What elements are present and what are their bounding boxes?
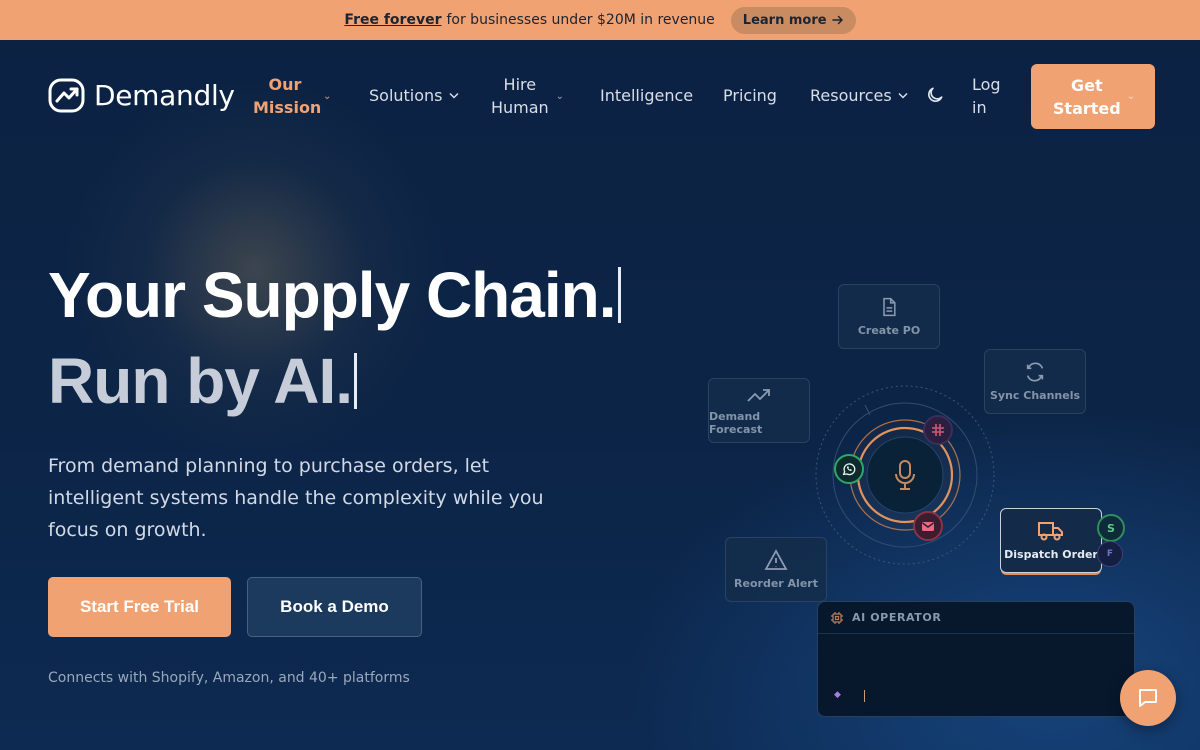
microphone-icon [895,460,915,490]
ai-operator-panel: AI OPERATOR ◆ [817,601,1135,717]
whatsapp-icon [834,454,864,484]
card-label: Dispatch Order [1004,548,1098,561]
trend-up-icon [747,388,770,402]
typing-cursor [864,690,865,702]
ai-operator-title: AI OPERATOR [852,611,942,624]
card-label: Sync Channels [989,389,1081,402]
refresh-icon [1026,362,1044,382]
workflow-card-create-po: Create PO [838,284,940,349]
warning-icon [764,549,788,570]
badge-letter: S [1107,521,1115,535]
slack-icon [923,415,953,445]
workflow-card-demand-forecast: Demand Forecast [708,378,810,443]
mail-glyph [922,521,934,531]
card-label: Demand Forecast [709,409,763,436]
card-label: Reorder Alert [734,577,818,590]
whatsapp-glyph [842,463,856,476]
slack-glyph [932,424,944,436]
chat-button[interactable] [1120,670,1176,726]
email-icon [913,511,943,541]
channel-badge: F [1097,541,1123,567]
card-label: Create PO [857,324,921,337]
shopify-badge: S [1097,514,1125,542]
document-icon [883,297,896,317]
workflow-card-sync-channels: Sync Channels [984,349,1086,414]
prompt-diamond-icon: ◆ [834,690,841,700]
page: Free forever for businesses under $20M i… [0,0,1200,750]
ai-operator-header: AI OPERATOR [818,602,1134,634]
truck-icon [1038,522,1063,541]
workflow-card-dispatch-order: Dispatch Order [1000,508,1102,573]
workflow-card-reorder-alert: Reorder Alert [725,537,827,602]
badge-letter: F [1106,549,1114,559]
chat-bubble-icon [1139,689,1157,707]
cpu-icon [831,611,843,624]
